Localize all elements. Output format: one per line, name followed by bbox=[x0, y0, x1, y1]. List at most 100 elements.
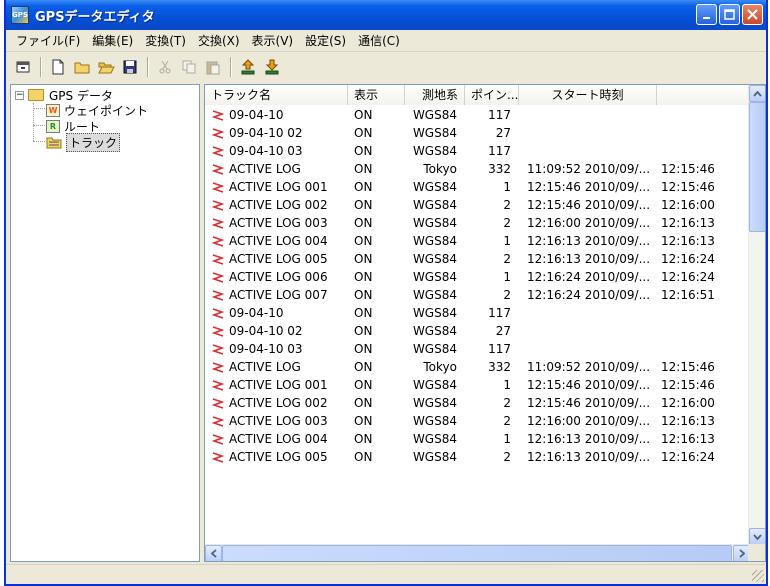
cell-points: 2 bbox=[503, 288, 511, 302]
title-bar[interactable]: GPS GPSデータエディタ bbox=[6, 0, 766, 30]
menu-file[interactable]: ファイル(F) bbox=[10, 31, 86, 51]
track-name-text: ACTIVE LOG 005 bbox=[229, 252, 328, 266]
table-row[interactable]: ACTIVE LOG 001 ON WGS84 1 12:15:46 2010/09/.… bbox=[205, 376, 750, 394]
cell-start-time: 12:16:13 2010/09/... bbox=[527, 432, 651, 446]
hscroll-thumb[interactable] bbox=[222, 545, 732, 561]
column-header-end-time[interactable] bbox=[657, 85, 750, 105]
table-row[interactable]: ACTIVE LOG ON Tokyo 332 11:09:52 2010/09/...… bbox=[205, 358, 750, 376]
maximize-button[interactable] bbox=[719, 4, 740, 25]
track-icon bbox=[211, 146, 225, 157]
table-row[interactable]: ACTIVE LOG 002 ON WGS84 2 12:15:46 2010/09/.… bbox=[205, 196, 750, 214]
copy-icon bbox=[182, 60, 195, 74]
download-button[interactable] bbox=[261, 56, 283, 78]
table-row[interactable]: ACTIVE LOG 006 ON WGS84 1 12:16:24 2010/09/.… bbox=[205, 268, 750, 286]
track-icon bbox=[211, 398, 225, 409]
toolbar-separator bbox=[147, 57, 148, 77]
open-folder-button[interactable] bbox=[95, 56, 117, 78]
table-row[interactable]: ACTIVE LOG 005 ON WGS84 2 12:16:13 2010/09/.… bbox=[205, 448, 750, 466]
scroll-left-button[interactable] bbox=[205, 545, 222, 561]
table-row[interactable]: 09-04-10 03 ON WGS84 117 bbox=[205, 142, 750, 160]
table-row[interactable]: ACTIVE LOG 004 ON WGS84 1 12:16:13 2010/09/.… bbox=[205, 430, 750, 448]
cell-end-time: 12:16:24 bbox=[661, 270, 715, 284]
menu-exchange[interactable]: 交換(X) bbox=[192, 31, 246, 51]
table-row[interactable]: ACTIVE LOG 001 ON WGS84 1 12:15:46 2010/09/.… bbox=[205, 178, 750, 196]
cell-datum: WGS84 bbox=[412, 306, 457, 320]
folder-icon bbox=[28, 89, 44, 101]
new-file-button[interactable] bbox=[47, 56, 69, 78]
save-button[interactable] bbox=[119, 56, 141, 78]
cell-display: ON bbox=[354, 378, 373, 392]
scroll-up-button[interactable] bbox=[749, 85, 765, 102]
track-name-text: ACTIVE LOG 004 bbox=[229, 234, 328, 248]
table-row[interactable]: ACTIVE LOG 007 ON WGS84 2 12:16:24 2010/09/.… bbox=[205, 286, 750, 304]
track-icon bbox=[211, 452, 225, 463]
cell-datum: WGS84 bbox=[412, 288, 457, 302]
track-icon bbox=[211, 128, 225, 139]
route-icon: R bbox=[46, 119, 60, 133]
menu-edit[interactable]: 編集(E) bbox=[86, 31, 139, 51]
horizontal-scrollbar[interactable] bbox=[205, 544, 750, 561]
new-folder-icon bbox=[74, 62, 90, 74]
table-row[interactable]: ACTIVE LOG 003 ON WGS84 2 12:16:00 2010/09/.… bbox=[205, 412, 750, 430]
table-row[interactable]: ACTIVE LOG 004 ON WGS84 1 12:16:13 2010/09/.… bbox=[205, 232, 750, 250]
cell-start-time bbox=[519, 142, 657, 160]
table-row[interactable]: 09-04-10 02 ON WGS84 27 bbox=[205, 322, 750, 340]
cell-points: 2 bbox=[503, 216, 511, 230]
column-header-track-name[interactable]: トラック名 bbox=[205, 85, 348, 105]
cell-points: 2 bbox=[503, 198, 511, 212]
collapse-toggle-icon[interactable]: − bbox=[15, 90, 24, 100]
track-icon bbox=[211, 380, 225, 391]
vertical-scrollbar[interactable] bbox=[748, 85, 765, 545]
cell-datum: WGS84 bbox=[412, 180, 457, 194]
cell-display: ON bbox=[354, 288, 373, 302]
paste-icon bbox=[206, 61, 220, 74]
scroll-down-button[interactable] bbox=[749, 528, 765, 545]
upload-button[interactable] bbox=[237, 56, 259, 78]
table-row[interactable]: 09-04-10 03 ON WGS84 117 bbox=[205, 340, 750, 358]
menu-view[interactable]: 表示(V) bbox=[246, 31, 300, 51]
scroll-thumb[interactable] bbox=[749, 102, 765, 232]
column-header-display[interactable]: 表示 bbox=[348, 85, 405, 105]
table-row[interactable]: ACTIVE LOG 005 ON WGS84 2 12:16:13 2010/09/.… bbox=[205, 250, 750, 268]
collapse-button[interactable] bbox=[12, 56, 34, 78]
cell-end-time: 12:15:46 bbox=[661, 360, 715, 374]
minimize-button[interactable] bbox=[696, 4, 717, 25]
column-header-points[interactable]: ポイン... bbox=[465, 85, 519, 105]
data-tree: − GPS データ W ウェイポイント R ルート トラック bbox=[10, 84, 200, 562]
table-row[interactable]: ACTIVE LOG 002 ON WGS84 2 12:15:46 2010/09/.… bbox=[205, 394, 750, 412]
menu-convert[interactable]: 変換(T) bbox=[139, 31, 192, 51]
paste-button[interactable] bbox=[202, 56, 224, 78]
menu-settings[interactable]: 設定(S) bbox=[299, 31, 352, 51]
table-row[interactable]: ACTIVE LOG ON Tokyo 332 11:09:52 2010/09/...… bbox=[205, 160, 750, 178]
resize-grip-icon[interactable] bbox=[752, 570, 764, 582]
tree-item-waypoint[interactable]: W ウェイポイント bbox=[46, 102, 148, 118]
cell-track-name: 09-04-10 02 bbox=[205, 322, 348, 340]
track-name-text: ACTIVE LOG 002 bbox=[229, 396, 328, 410]
cell-start-time: 12:15:46 2010/09/... bbox=[527, 378, 651, 392]
cell-datum: WGS84 bbox=[412, 234, 457, 248]
table-row[interactable]: 09-04-10 ON WGS84 117 bbox=[205, 106, 750, 124]
table-row[interactable]: 09-04-10 02 ON WGS84 27 bbox=[205, 124, 750, 142]
cell-display: ON bbox=[354, 396, 373, 410]
cell-start-time: 12:16:13 2010/09/... bbox=[527, 450, 651, 464]
cell-track-name: ACTIVE LOG 005 bbox=[205, 250, 348, 268]
copy-button[interactable] bbox=[178, 56, 200, 78]
cell-end-time bbox=[657, 304, 717, 322]
tree-item-track[interactable]: トラック bbox=[46, 132, 121, 152]
app-logo-icon[interactable]: GPS bbox=[11, 6, 29, 24]
cell-start-time: 12:16:13 2010/09/... bbox=[527, 234, 651, 248]
cell-points: 2 bbox=[503, 450, 511, 464]
column-header-start-time[interactable]: スタート時刻 bbox=[519, 85, 657, 105]
track-folder-icon bbox=[46, 137, 62, 148]
close-button[interactable] bbox=[742, 4, 763, 25]
table-row[interactable]: ACTIVE LOG 003 ON WGS84 2 12:16:00 2010/09/.… bbox=[205, 214, 750, 232]
scrollbar-corner bbox=[748, 544, 765, 561]
table-row[interactable]: 09-04-10 ON WGS84 117 bbox=[205, 304, 750, 322]
cell-end-time bbox=[657, 142, 717, 160]
new-folder-button[interactable] bbox=[71, 56, 93, 78]
track-rows: 09-04-10 ON WGS84 117 09-04-10 02 ON WGS84 27 09… bbox=[205, 106, 750, 466]
minimize-icon bbox=[702, 16, 710, 19]
menu-communication[interactable]: 通信(C) bbox=[352, 31, 406, 51]
column-header-datum[interactable]: 測地系 bbox=[405, 85, 465, 105]
cut-button[interactable] bbox=[154, 56, 176, 78]
